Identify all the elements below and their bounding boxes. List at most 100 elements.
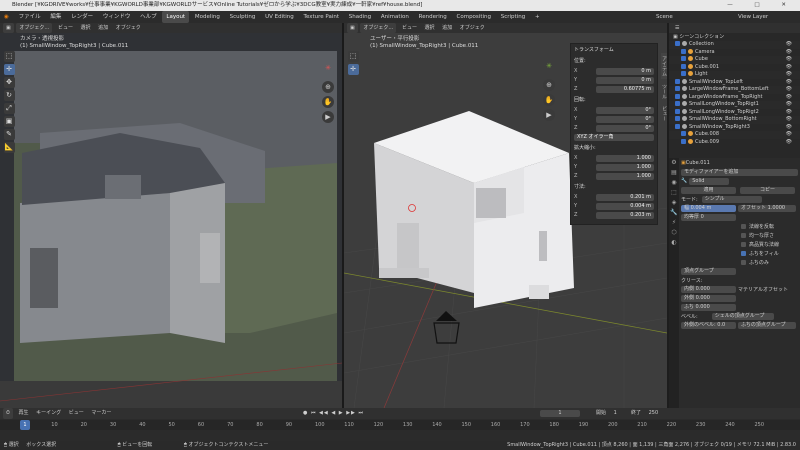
npanel-tab-tool[interactable]: ツール	[661, 81, 667, 102]
annotate-tool-icon[interactable]: ✎	[3, 129, 15, 140]
left-editor-type-button[interactable]: ▣	[3, 23, 14, 33]
dimensions-x-field[interactable]: 0.201 m	[596, 193, 654, 201]
cursor-tool-icon[interactable]: ✛	[3, 64, 15, 75]
location-y-row[interactable]: Y 0 m	[571, 76, 657, 84]
location-x-field[interactable]: 0 m	[596, 67, 654, 75]
outliner-checkbox-icon[interactable]	[675, 116, 680, 121]
visibility-eye-icon[interactable]: 👁	[786, 49, 792, 57]
current-frame-field[interactable]: 1	[540, 410, 580, 417]
tab-uv-editing[interactable]: UV Editing	[261, 11, 298, 23]
playback-controls[interactable]: ● ⏮ ◀◀ ◀ ▶ ▶▶ ⏭	[300, 408, 367, 419]
timeline-menu-keying[interactable]: キーイング	[33, 408, 64, 419]
outliner-checkbox-icon[interactable]	[675, 108, 680, 114]
mode-select[interactable]: シンプル	[701, 195, 762, 203]
left-viewport[interactable]: ▣ オブジェク… ビュー 選択 追加 オブジェク カメラ・透視投影 (1) Sm…	[0, 23, 342, 408]
tab-layout[interactable]: Layout	[162, 11, 190, 23]
crease-rim-field[interactable]: ふち 0.000	[681, 303, 736, 311]
left-menu-object[interactable]: オブジェク	[113, 23, 144, 33]
euler-mode-value[interactable]: XYZ オイラー角	[574, 133, 654, 141]
outliner-checkbox-icon[interactable]	[681, 48, 686, 54]
left-menu-add[interactable]: 追加	[95, 23, 111, 33]
scale-tool-icon[interactable]: ⤢	[3, 103, 15, 114]
crease-outer-field[interactable]: 外側 0.000	[681, 294, 736, 302]
left-camera-icon[interactable]: ▶	[322, 111, 334, 123]
tab-scripting[interactable]: Scripting	[497, 11, 529, 23]
outliner-item[interactable]: SmallWindow_BottomRight 👁	[669, 116, 800, 124]
outliner-item[interactable]: Cube.001 👁	[669, 63, 800, 72]
bevel-weight-field[interactable]: 外側のベベル: 0.0	[681, 321, 736, 329]
rotation-x-row[interactable]: X 0°	[571, 106, 657, 114]
right-menu-object[interactable]: オブジェク	[457, 23, 488, 33]
location-z-field[interactable]: 0.60775 m	[596, 85, 654, 93]
checkbox-icon[interactable]	[741, 232, 746, 238]
scene-selector[interactable]: Scene	[648, 11, 681, 23]
timeline-menu-marker[interactable]: マーカー	[88, 408, 114, 419]
left-axis-gizmo-icon[interactable]: ✳	[318, 58, 338, 78]
outliner-item[interactable]: SmallLongWindow_TopRigt1 👁	[669, 101, 800, 109]
right-menu-view[interactable]: ビュー	[399, 23, 420, 33]
location-z-row[interactable]: Z 0.60775 m	[571, 85, 657, 93]
visibility-eye-icon[interactable]: 👁	[786, 86, 792, 94]
scale-y-row[interactable]: Y 1.000	[571, 163, 657, 171]
outliner-checkbox-icon[interactable]	[675, 123, 680, 129]
right-menu-add[interactable]: 追加	[439, 23, 455, 33]
modifier-checkbox-row[interactable]: 法線を反転	[741, 222, 798, 230]
outliner-item[interactable]: SmallWindow_TopLeft 👁	[669, 78, 800, 87]
menu-file[interactable]: ファイル	[15, 11, 45, 23]
tab-texture-paint[interactable]: Texture Paint	[300, 11, 344, 23]
right-pan-icon[interactable]: ✋	[543, 94, 555, 106]
measure-tool-icon[interactable]: 📐	[3, 142, 15, 153]
location-y-field[interactable]: 0 m	[596, 76, 654, 84]
dimensions-y-row[interactable]: Y 0.004 m	[571, 202, 657, 210]
modifier-checkbox-row[interactable]: 高品質な法線	[741, 240, 798, 248]
outliner-item[interactable]: LargeWindowFrame_TopRight 👁	[669, 93, 800, 102]
outliner-checkbox-icon[interactable]	[675, 101, 680, 106]
outliner-item[interactable]: Cube.009 👁	[669, 138, 800, 147]
left-menu-select[interactable]: 選択	[78, 23, 94, 33]
timeline-menu-view[interactable]: ビュー	[66, 408, 87, 419]
left-pan-icon[interactable]: ✋	[322, 96, 334, 108]
visibility-eye-icon[interactable]: 👁	[786, 56, 792, 64]
outliner-checkbox-icon[interactable]	[675, 78, 680, 84]
menu-render[interactable]: レンダー	[67, 11, 97, 23]
offset-field[interactable]: オフセット 1.0000	[738, 204, 796, 212]
right-viewport[interactable]: ▣ オブジェク… ビュー 選択 追加 オブジェク ユーザー・平行投影 (1) S…	[344, 23, 667, 408]
outliner-item[interactable]: Collection 👁	[669, 41, 800, 49]
outliner-item[interactable]: Cube 👁	[669, 56, 800, 64]
visibility-eye-icon[interactable]: 👁	[786, 131, 792, 139]
modifier-checkbox-row[interactable]: ふちをフィル	[741, 249, 798, 257]
even-field[interactable]: 均等厚 0	[681, 213, 736, 221]
right-select-tool-icon[interactable]: ⬚	[347, 51, 359, 62]
right-zoom-icon[interactable]: ⊕	[543, 79, 555, 91]
rotation-y-field[interactable]: 0°	[596, 115, 654, 123]
visibility-eye-icon[interactable]: 👁	[786, 94, 792, 102]
tab-rendering[interactable]: Rendering	[415, 11, 451, 23]
rotation-x-field[interactable]: 0°	[596, 106, 654, 114]
add-modifier-button[interactable]: モディファイアーを追加	[681, 168, 798, 176]
outliner-checkbox-icon[interactable]	[681, 71, 686, 76]
properties-object-row[interactable]: ▣ Cube.011	[681, 159, 798, 167]
left-menu-view[interactable]: ビュー	[55, 23, 76, 33]
playhead[interactable]: 1	[20, 420, 30, 430]
timeline-editor-type-button[interactable]: ⏱	[3, 408, 13, 419]
apply-button[interactable]: 適用	[681, 186, 736, 194]
copy-button[interactable]: コピー	[740, 186, 795, 194]
visibility-eye-icon[interactable]: 👁	[786, 64, 792, 72]
outliner-checkbox-icon[interactable]	[681, 56, 686, 61]
outliner-checkbox-icon[interactable]	[675, 41, 680, 46]
menu-window[interactable]: ウィンドウ	[99, 11, 135, 23]
transform-tool-icon[interactable]: ▣	[3, 116, 15, 127]
outliner-item[interactable]: SmallWindow_TopRight3 👁	[669, 123, 800, 132]
outliner-item[interactable]: LargeWindowFrame_BottomLeft 👁	[669, 86, 800, 94]
move-tool-icon[interactable]: ✥	[3, 77, 15, 88]
npanel-tab-view[interactable]: ビュー	[661, 103, 667, 124]
tab-compositing[interactable]: Compositing	[453, 11, 495, 23]
right-camera-icon[interactable]: ▶	[543, 109, 555, 121]
window-controls[interactable]: — □ ✕	[727, 0, 796, 11]
left-mode-select[interactable]: オブジェク…	[16, 23, 53, 33]
modifier-checkbox-row[interactable]: 均一な厚さ	[741, 231, 798, 239]
outliner-item[interactable]: Cube.008 👁	[669, 131, 800, 139]
visibility-eye-icon[interactable]: 👁	[786, 101, 792, 109]
npanel-tab-item[interactable]: アイテム	[661, 53, 667, 79]
thickness-field[interactable]: 幅 0.004 m	[681, 204, 736, 212]
